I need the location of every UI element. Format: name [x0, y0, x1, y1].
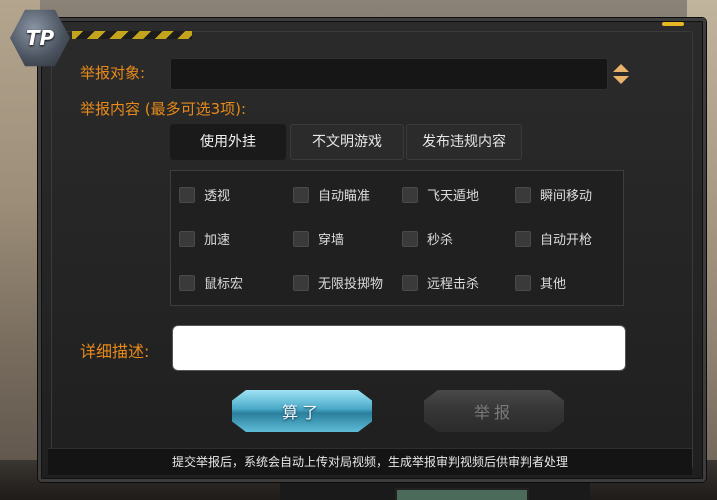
description-input[interactable] — [172, 325, 626, 371]
option-label: 无限投掷物 — [318, 277, 384, 292]
logo-text: TP — [25, 26, 55, 50]
option-speed-hack[interactable]: 加速 — [179, 229, 230, 248]
checkbox[interactable] — [515, 186, 531, 203]
tab-uncivil-play[interactable]: 不文明游戏 — [290, 124, 404, 160]
tab-cheating[interactable]: 使用外挂 — [170, 124, 286, 160]
checkbox[interactable] — [179, 230, 195, 247]
checkbox[interactable] — [402, 274, 418, 291]
submit-report-button[interactable]: 举报 — [424, 390, 564, 432]
option-wallhack[interactable]: 透视 — [179, 185, 230, 204]
option-auto-fire[interactable]: 自动开枪 — [515, 229, 592, 248]
option-aimbot[interactable]: 自动瞄准 — [293, 185, 370, 204]
option-label: 其他 — [540, 277, 567, 292]
checkbox[interactable] — [179, 186, 195, 203]
option-infinite-throwables[interactable]: 无限投掷物 — [293, 273, 383, 292]
checkbox[interactable] — [402, 186, 418, 203]
checkbox[interactable] — [293, 230, 309, 247]
option-label: 透视 — [204, 189, 231, 204]
option-label: 鼠标宏 — [204, 277, 244, 292]
report-target-select[interactable] — [170, 58, 608, 90]
option-label: 瞬间移动 — [540, 189, 593, 204]
weapon-screen — [395, 488, 529, 500]
option-fly-hack[interactable]: 飞天遁地 — [402, 185, 479, 204]
option-other[interactable]: 其他 — [515, 273, 566, 292]
tab-prohibited-content[interactable]: 发布违规内容 — [406, 124, 522, 160]
option-teleport[interactable]: 瞬间移动 — [515, 185, 592, 204]
checkbox[interactable] — [402, 230, 418, 247]
option-remote-kill[interactable]: 远程击杀 — [402, 273, 479, 292]
option-label: 飞天遁地 — [427, 189, 480, 204]
option-mouse-macro[interactable]: 鼠标宏 — [179, 273, 243, 292]
sort-arrows-icon[interactable] — [611, 62, 631, 86]
option-label: 自动开枪 — [540, 233, 593, 248]
option-one-hit-kill[interactable]: 秒杀 — [402, 229, 453, 248]
checkbox[interactable] — [179, 274, 195, 291]
checkbox[interactable] — [293, 186, 309, 203]
option-label: 穿墙 — [318, 233, 345, 248]
top-accent-bar — [662, 22, 684, 26]
report-content-label: 举报内容 (最多可选3项): — [80, 100, 247, 118]
option-label: 远程击杀 — [427, 277, 480, 292]
footer-notice: 提交举报后，系统会自动上传对局视频，生成举报审判视频后供审判者处理 — [48, 448, 692, 475]
hazard-stripe-decoration — [72, 31, 192, 39]
checkbox[interactable] — [293, 274, 309, 291]
option-label: 自动瞄准 — [318, 189, 371, 204]
option-label: 秒杀 — [427, 233, 454, 248]
cancel-button[interactable]: 算了 — [232, 390, 372, 432]
option-noclip[interactable]: 穿墙 — [293, 229, 344, 248]
checkbox[interactable] — [515, 274, 531, 291]
description-label: 详细描述: — [80, 342, 150, 361]
report-options-box: 透视 自动瞄准 飞天遁地 瞬间移动 加速 穿墙 秒杀 自动开枪 鼠标宏 无限投掷… — [170, 170, 624, 306]
game-background-left — [0, 0, 40, 500]
report-target-label: 举报对象: — [80, 64, 146, 82]
option-label: 加速 — [204, 233, 231, 248]
checkbox[interactable] — [515, 230, 531, 247]
